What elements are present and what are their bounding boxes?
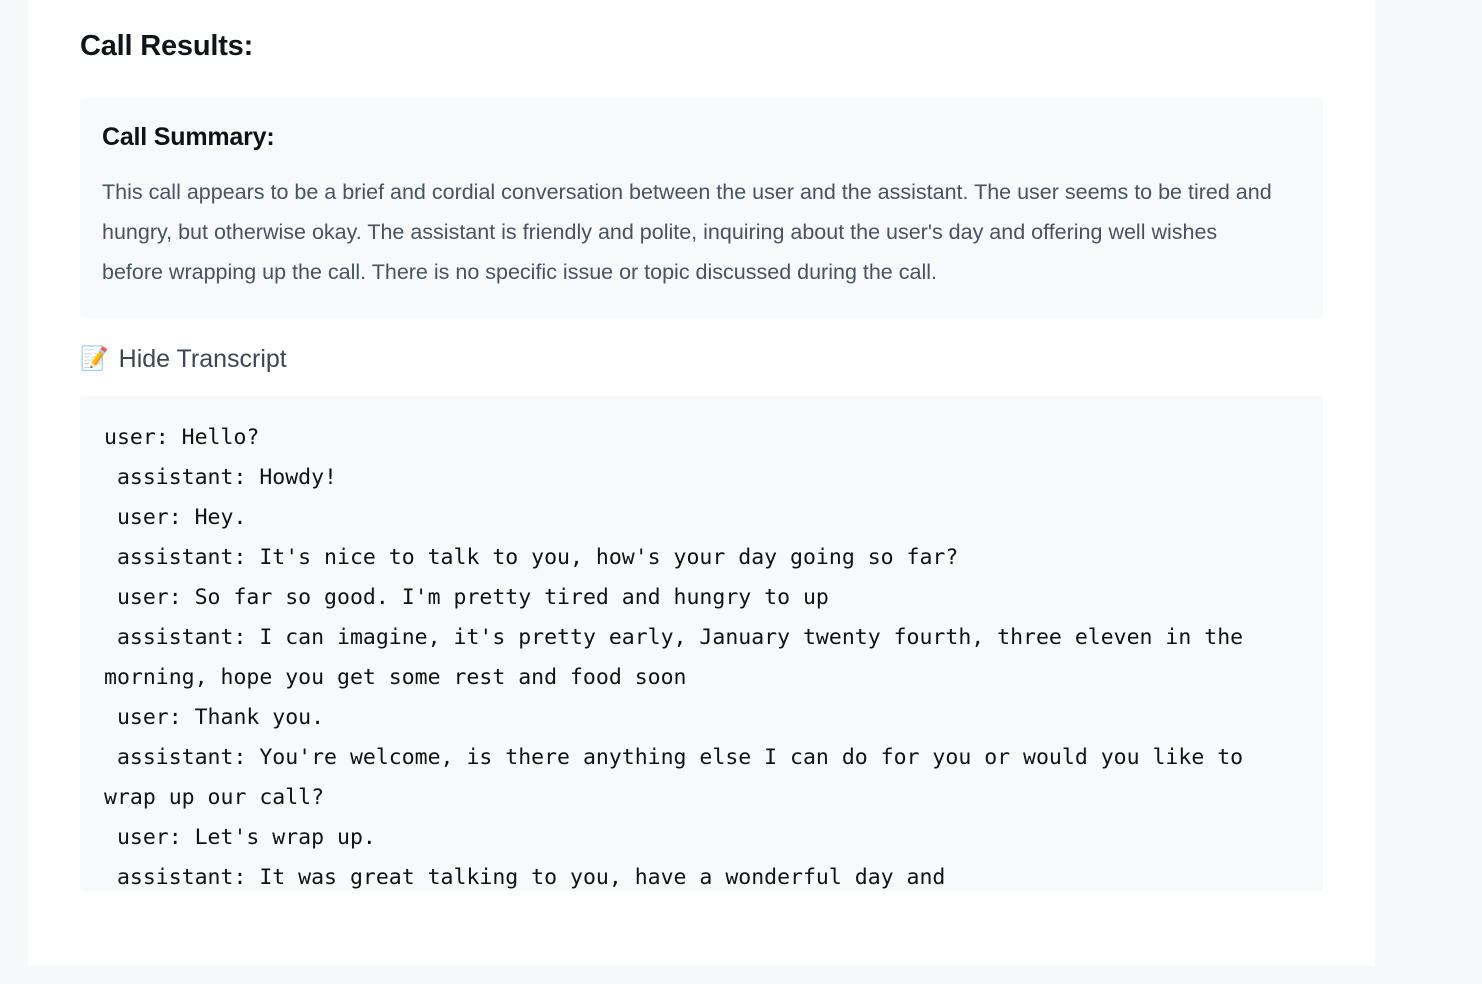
page-title: Call Results:	[80, 30, 254, 62]
call-summary-panel: Call Summary: This call appears to be a …	[80, 97, 1323, 318]
call-summary-heading: Call Summary:	[102, 122, 275, 151]
transcript-text: user: Hello? assistant: Howdy! user: Hey…	[104, 424, 1244, 890]
transcript-panel[interactable]: user: Hello? assistant: Howdy! user: Hey…	[80, 395, 1323, 891]
memo-icon: 📝	[80, 345, 109, 372]
card-content: Call Results: Call Summary: This call ap…	[28, 0, 1375, 891]
call-results-card: Call Results: Call Summary: This call ap…	[28, 0, 1375, 966]
hide-transcript-toggle[interactable]: 📝 Hide Transcript	[80, 344, 287, 374]
call-summary-body: This call appears to be a brief and cord…	[102, 179, 1272, 284]
hide-transcript-label: Hide Transcript	[118, 344, 287, 373]
